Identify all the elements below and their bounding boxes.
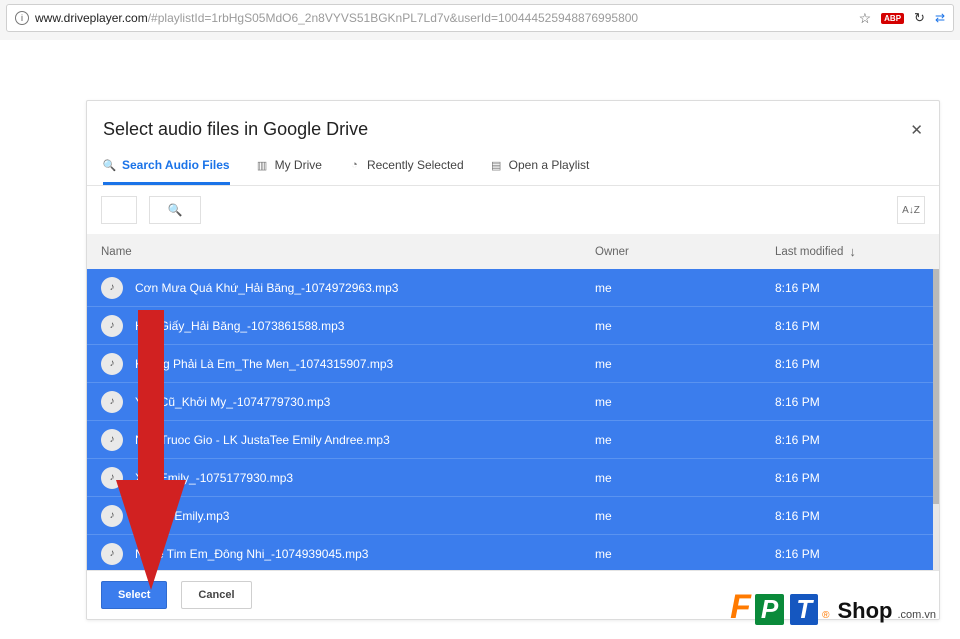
audio-file-icon: ♪ xyxy=(101,391,123,413)
cancel-button[interactable]: Cancel xyxy=(181,581,251,609)
sort-arrow-down-icon: ↓ xyxy=(849,244,856,259)
adblock-icon[interactable]: ABP xyxy=(881,13,904,24)
address-bar[interactable]: i www.driveplayer.com/#playlistId=1rbHgS… xyxy=(6,4,954,32)
audio-file-icon: ♪ xyxy=(101,505,123,527)
audio-file-icon: ♪ xyxy=(101,353,123,375)
audio-file-icon: ♪ xyxy=(101,467,123,489)
file-row[interactable]: ♪ Nghe Tim Em_Đông Nhi_-1074939045.mp3me8… xyxy=(87,535,939,570)
file-name: Không Phải Là Em_The Men_-1074315907.mp3 xyxy=(135,357,595,371)
file-modified: 8:16 PM xyxy=(775,547,925,561)
bookmark-star-icon[interactable]: ☆ xyxy=(859,10,872,27)
picker-toolbar: 🔍 A↓Z xyxy=(87,186,939,234)
search-button[interactable]: 🔍 xyxy=(149,196,201,224)
tab-my-drive[interactable]: ▥ My Drive xyxy=(256,158,322,185)
file-picker-dialog: Select audio files in Google Drive ✕ 🔍 S… xyxy=(86,100,940,620)
column-name[interactable]: Name xyxy=(101,246,595,258)
file-name: Hạc Giấy_Hải Băng_-1073861588.mp3 xyxy=(135,319,595,333)
file-owner: me xyxy=(595,471,775,485)
sort-az-button[interactable]: A↓Z xyxy=(897,196,925,224)
search-icon: 🔍 xyxy=(168,203,183,217)
dialog-tabs: 🔍 Search Audio Files ▥ My Drive ◔ Recent… xyxy=(87,150,939,186)
translate-icon[interactable]: ⇄ xyxy=(935,11,945,25)
audio-file-icon: ♪ xyxy=(101,543,123,565)
info-icon[interactable]: i xyxy=(15,11,29,25)
file-modified: 8:16 PM xyxy=(775,509,925,523)
file-name: Xa _Emily_-1075177930.mp3 xyxy=(135,471,595,485)
sort-dropdown[interactable] xyxy=(101,196,137,224)
dialog-header: Select audio files in Google Drive ✕ xyxy=(87,101,939,150)
file-icon: ▤ xyxy=(490,159,503,172)
tab-label: Search Audio Files xyxy=(122,158,230,172)
tab-label: Open a Playlist xyxy=(509,158,590,172)
file-name: Cơn Mưa Quá Khứ_Hải Băng_-1074972963.mp3 xyxy=(135,281,595,295)
audio-file-icon: ♪ xyxy=(101,277,123,299)
file-row[interactable]: ♪ Xa _Emily_-1075177930.mp3me8:16 PM xyxy=(87,459,939,497)
file-owner: me xyxy=(595,509,775,523)
file-row[interactable]: ♪ Cơn Mưa Quá Khứ_Hải Băng_-1074972963.mp… xyxy=(87,269,939,307)
file-owner: me xyxy=(595,281,775,295)
tab-recently-selected[interactable]: ◔ Recently Selected xyxy=(348,158,464,185)
file-owner: me xyxy=(595,357,775,371)
file-name: Nhau - Emily.mp3 xyxy=(135,509,595,523)
clock-icon: ◔ xyxy=(348,159,361,172)
scrollbar-thumb[interactable] xyxy=(933,269,939,504)
registered-icon: ® xyxy=(822,610,829,621)
file-row[interactable]: ♪ Yêu Cũ_Khởi My_-1074779730.mp3me8:16 PM xyxy=(87,383,939,421)
reload-icon[interactable]: ↻ xyxy=(914,10,925,26)
close-icon[interactable]: ✕ xyxy=(910,121,923,139)
url-text: www.driveplayer.com/#playlistId=1rbHgS05… xyxy=(35,11,638,25)
tab-label: Recently Selected xyxy=(367,158,464,172)
audio-file-icon: ♪ xyxy=(101,429,123,451)
file-name: Yêu Cũ_Khởi My_-1074779730.mp3 xyxy=(135,395,595,409)
file-list: ♪ Cơn Mưa Quá Khứ_Hải Băng_-1074972963.mp… xyxy=(87,269,939,570)
file-modified: 8:16 PM xyxy=(775,433,925,447)
scrollbar-track[interactable] xyxy=(933,269,939,570)
dialog-title: Select audio files in Google Drive xyxy=(103,119,368,140)
file-owner: me xyxy=(595,433,775,447)
file-row[interactable]: ♪ Nhau - Emily.mp3me8:16 PM xyxy=(87,497,939,535)
file-name: Nen Truoc Gio - LK JustaTee Emily Andree… xyxy=(135,433,595,447)
file-row[interactable]: ♪ Không Phải Là Em_The Men_-1074315907.mp… xyxy=(87,345,939,383)
file-row[interactable]: ♪ Nen Truoc Gio - LK JustaTee Emily Andre… xyxy=(87,421,939,459)
file-owner: me xyxy=(595,395,775,409)
folder-icon: ▥ xyxy=(256,159,269,172)
tab-open-playlist[interactable]: ▤ Open a Playlist xyxy=(490,158,590,185)
file-owner: me xyxy=(595,319,775,333)
column-last-modified[interactable]: Last modified ↓ xyxy=(775,244,925,259)
file-modified: 8:16 PM xyxy=(775,471,925,485)
file-modified: 8:16 PM xyxy=(775,395,925,409)
column-owner[interactable]: Owner xyxy=(595,246,775,258)
file-modified: 8:16 PM xyxy=(775,357,925,371)
audio-file-icon: ♪ xyxy=(101,315,123,337)
tab-label: My Drive xyxy=(275,158,322,172)
columns-header: Name Owner Last modified ↓ xyxy=(87,234,939,269)
select-button[interactable]: Select xyxy=(101,581,167,609)
watermark-logo: F P T ® Shop .com.vn xyxy=(730,588,936,627)
file-row[interactable]: ♪ Hạc Giấy_Hải Băng_-1073861588.mp3me8:16… xyxy=(87,307,939,345)
file-name: Nghe Tim Em_Đông Nhi_-1074939045.mp3 xyxy=(135,547,595,561)
search-icon: 🔍 xyxy=(103,159,116,172)
file-modified: 8:16 PM xyxy=(775,281,925,295)
file-modified: 8:16 PM xyxy=(775,319,925,333)
file-owner: me xyxy=(595,547,775,561)
tab-search-audio[interactable]: 🔍 Search Audio Files xyxy=(103,158,230,185)
